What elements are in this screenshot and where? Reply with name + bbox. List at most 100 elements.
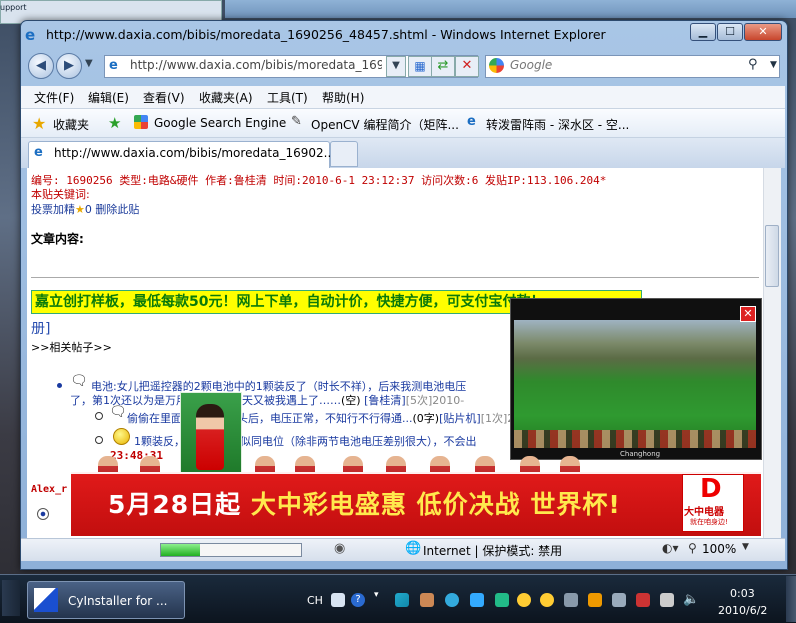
comment-icon: 🗨	[70, 373, 88, 389]
post-meta: 编号: 1690256 类型:电路&硬件 作者:鲁桂清 时间:2010-6-1 …	[31, 174, 607, 187]
soccer-stadium-video	[514, 320, 756, 448]
ime-options-icon[interactable]: ▾	[374, 590, 379, 600]
close-window-button[interactable]: ✕	[744, 23, 782, 41]
smiley-icon	[113, 428, 130, 445]
new-tab-button[interactable]	[330, 141, 358, 167]
refresh-icon[interactable]: ⇄	[431, 56, 455, 77]
background-window-text: upport	[0, 3, 27, 12]
cyinstaller-icon	[34, 588, 58, 612]
taskbar-app-label: CyInstaller for ...	[68, 594, 168, 608]
vertical-scrollbar[interactable]	[763, 168, 781, 538]
action-center-icon[interactable]	[636, 593, 650, 607]
ie-page-icon: e	[467, 114, 476, 129]
privacy-icon[interactable]: ◉	[334, 541, 345, 556]
zoom-dropdown-icon[interactable]: ▼	[742, 542, 749, 552]
menu-edit[interactable]: 编辑(E)	[88, 89, 129, 106]
qq-icon[interactable]	[540, 593, 554, 607]
menu-favorites[interactable]: 收藏夹(A)	[199, 89, 253, 106]
tray-app-icon[interactable]	[445, 593, 459, 607]
post-actions: 投票加精★0 删除此贴	[31, 201, 139, 217]
related-posts-label: >>相关帖子>>	[31, 341, 112, 354]
favorite-link-opencv[interactable]: OpenCV 编程简介（矩阵...	[311, 116, 459, 133]
favorites-center-icon[interactable]: ◐▾	[662, 541, 679, 555]
tab-page-icon: e	[34, 145, 43, 160]
scrollbar-thumb[interactable]	[765, 225, 779, 287]
radio-option[interactable]	[37, 508, 49, 520]
background-window-titlebar	[225, 0, 796, 18]
logo-name: 大中电器	[684, 507, 724, 518]
maximize-button[interactable]: ☐	[717, 23, 743, 41]
logo-slogan: 就在咱身边!	[690, 518, 728, 526]
minimize-button[interactable]: ▁	[690, 23, 716, 41]
security-zone-text[interactable]: Internet | 保护模式: 禁用	[423, 542, 562, 559]
menu-bar	[21, 86, 785, 109]
close-ad-icon[interactable]: ✕	[740, 306, 756, 322]
tray-app-icon[interactable]	[395, 593, 409, 607]
address-input[interactable]: http://www.daxia.com/bibis/moredata_1690…	[130, 58, 382, 72]
search-icon[interactable]: ⚲	[748, 57, 758, 72]
ime-icon[interactable]	[331, 593, 345, 607]
recent-pages-dropdown-icon[interactable]: ▼	[85, 58, 93, 69]
menu-tools[interactable]: 工具(T)	[267, 89, 308, 106]
related-post-1-tail[interactable]: 了，第1次还以为是万用表坏了，今天又被我遇上了……(空) [鲁桂清][5次]20…	[70, 392, 464, 408]
tab-title[interactable]: http://www.daxia.com/bibis/moredata_1690…	[54, 146, 335, 160]
compatibility-icon[interactable]: ▦	[408, 56, 432, 77]
zoom-icon[interactable]: ⚲	[688, 541, 697, 555]
ad-person	[196, 404, 224, 470]
banner-headline: 5月28日起 大中彩电盛惠 低价决战 世界杯!	[108, 485, 621, 521]
star-icon: ★	[75, 203, 85, 216]
internet-zone-icon: 🌐	[405, 541, 422, 556]
network-icon[interactable]	[660, 593, 674, 607]
menu-help[interactable]: 帮助(H)	[322, 89, 364, 106]
post-keywords: 本贴关键词:	[31, 188, 90, 201]
clock-time[interactable]: 0:03	[730, 587, 755, 600]
show-desktop-button[interactable]	[786, 576, 796, 622]
volume-icon[interactable]: 🔈	[683, 592, 699, 607]
tray-app-icon[interactable]	[470, 593, 484, 607]
banner-date: 5月28日起	[108, 490, 242, 519]
add-favorite-icon[interactable]: ★	[108, 114, 121, 132]
tray-app-icon[interactable]	[612, 593, 626, 607]
crowd-strip	[514, 430, 756, 448]
logo-letter: D	[700, 474, 722, 504]
input-language[interactable]: CH	[307, 594, 323, 607]
divider	[31, 277, 759, 278]
alex-rank-text: Alex_r	[31, 484, 68, 495]
tray-app-icon[interactable]	[564, 593, 578, 607]
stop-icon[interactable]: ✕	[455, 56, 479, 77]
forward-button[interactable]: ▶	[56, 53, 82, 79]
tray-app-icon[interactable]	[495, 593, 509, 607]
tv-brand: Changhong	[620, 450, 661, 458]
favorites-star-icon[interactable]: ★	[32, 114, 46, 133]
tray-app-icon[interactable]	[420, 593, 434, 607]
menu-file[interactable]: 文件(F)	[34, 89, 74, 106]
favorite-link-weather[interactable]: 转泼雷阵雨 - 深水区 - 空...	[486, 116, 629, 133]
delete-post-link[interactable]: 删除此贴	[95, 203, 139, 216]
list-bullet	[95, 436, 103, 444]
search-input[interactable]: Google	[510, 58, 552, 72]
window-title: http://www.daxia.com/bibis/moredata_1690…	[46, 27, 606, 42]
address-dropdown-button[interactable]: ▼	[386, 56, 406, 77]
book-link[interactable]: 册]	[31, 318, 50, 338]
google-search-provider-icon[interactable]	[489, 58, 504, 73]
menu-view[interactable]: 查看(V)	[143, 89, 185, 106]
clock-date[interactable]: 2010/6/2	[718, 604, 767, 617]
list-bullet	[57, 383, 62, 388]
help-icon[interactable]: ?	[351, 593, 365, 607]
ie-icon: e	[25, 26, 36, 44]
list-bullet	[95, 412, 103, 420]
favorites-button[interactable]: 收藏夹	[53, 116, 89, 133]
page-icon: e	[109, 58, 118, 73]
document-icon: ✎	[291, 114, 302, 129]
zoom-level[interactable]: 100%	[702, 542, 736, 556]
qq-icon[interactable]	[517, 593, 531, 607]
back-button[interactable]: ◀	[28, 53, 54, 79]
progress-fill	[161, 544, 200, 556]
vote-count: 0	[84, 203, 92, 216]
search-options-icon[interactable]: ▼	[770, 60, 777, 70]
favorite-link-google[interactable]: Google Search Engine	[154, 116, 286, 130]
vote-link[interactable]: 投票加精	[31, 203, 75, 216]
security-shield-icon[interactable]	[588, 593, 602, 607]
taskbar-edge	[2, 580, 20, 616]
google-favicon	[134, 115, 148, 129]
